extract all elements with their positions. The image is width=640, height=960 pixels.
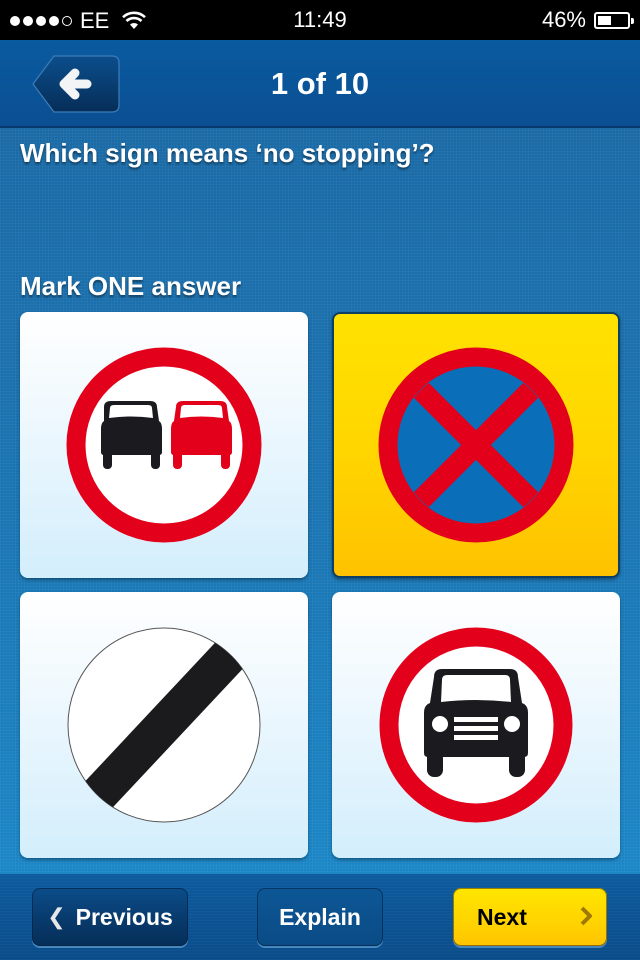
status-right: 46%	[541, 7, 634, 33]
explain-button[interactable]: Explain	[257, 888, 383, 946]
battery-percent: 46%	[541, 7, 586, 32]
bottom-toolbar: ❮ Previous Explain Next	[0, 872, 640, 960]
nav-bar: 1 of 10	[0, 40, 640, 128]
question-content: Which sign means ‘no stopping’? Mark ONE…	[0, 128, 640, 872]
previous-button[interactable]: ❮ Previous	[32, 888, 188, 946]
status-bar: EE 11:49 46%	[0, 0, 640, 40]
question-text: Which sign means ‘no stopping’?	[20, 138, 435, 168]
next-button[interactable]: Next	[453, 888, 607, 946]
chevron-left-icon: ❮	[47, 904, 66, 929]
no-motor-vehicles-sign-icon	[379, 627, 573, 823]
next-label: Next	[477, 903, 527, 930]
national-speed-limit-sign-icon	[67, 627, 261, 823]
previous-label: Previous	[75, 903, 173, 930]
answer-instruction: Mark ONE answer	[20, 271, 242, 301]
question-counter: 1 of 10	[270, 66, 370, 101]
explain-label: Explain	[279, 903, 361, 930]
battery-level	[598, 15, 611, 25]
chevron-right-icon	[580, 906, 592, 926]
answer-option-2[interactable]	[332, 312, 620, 578]
answer-option-4[interactable]	[332, 592, 620, 858]
answer-option-3[interactable]	[20, 592, 308, 858]
battery-icon	[594, 11, 634, 29]
no-stopping-sign-icon	[378, 347, 574, 543]
answer-option-1[interactable]	[20, 312, 308, 578]
no-overtaking-sign-icon	[66, 347, 262, 543]
